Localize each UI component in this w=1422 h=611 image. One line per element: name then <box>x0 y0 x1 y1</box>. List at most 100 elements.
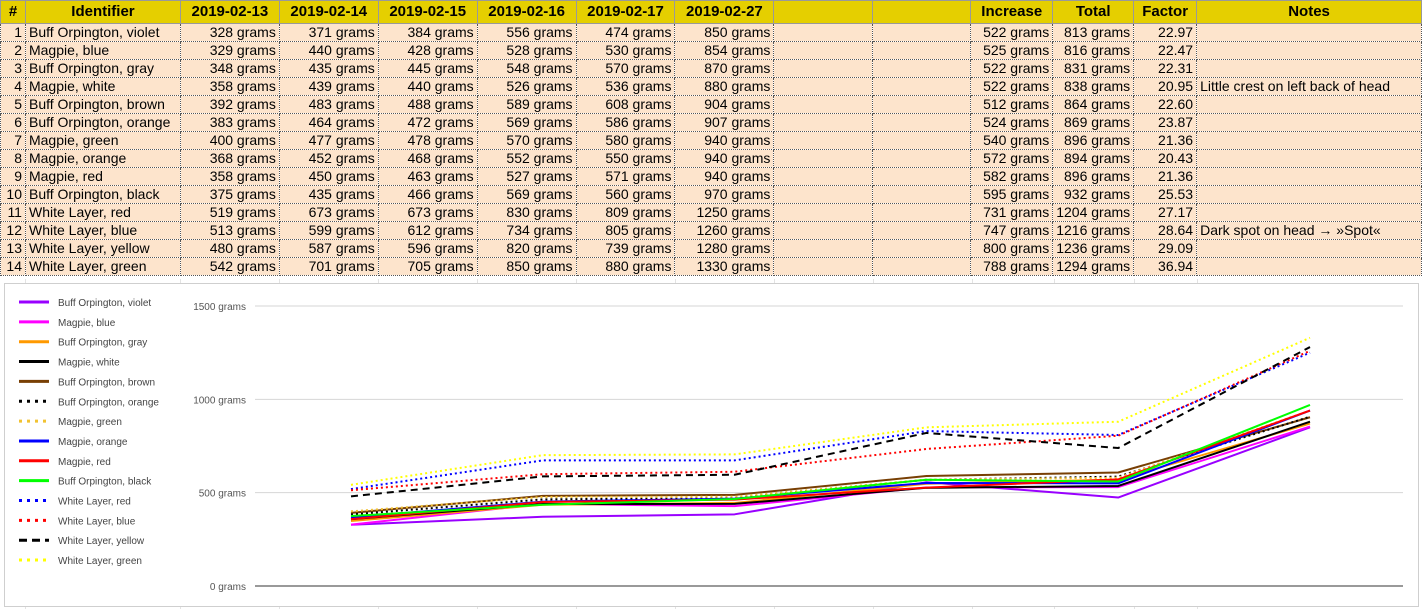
table-cell[interactable]: 488 grams <box>377 95 478 114</box>
table-cell[interactable]: 328 grams <box>179 23 280 42</box>
table-cell[interactable]: Little crest on left back of head <box>1196 77 1422 96</box>
table-cell[interactable] <box>871 23 972 42</box>
table-cell[interactable] <box>773 59 873 78</box>
table-cell[interactable] <box>773 203 873 222</box>
table-cell[interactable]: 1204 grams <box>1052 203 1135 222</box>
table-cell[interactable] <box>773 113 873 132</box>
row-number-cell[interactable]: 3 <box>0 59 26 78</box>
table-cell[interactable]: 864 grams <box>1052 95 1135 114</box>
table-cell[interactable]: 800 grams <box>970 239 1054 258</box>
table-cell[interactable] <box>773 131 873 150</box>
table-cell[interactable]: 36.94 <box>1133 257 1198 276</box>
table-cell[interactable]: 525 grams <box>970 41 1054 60</box>
table-cell[interactable] <box>1196 257 1422 276</box>
table-cell[interactable]: 478 grams <box>377 131 478 150</box>
table-cell[interactable]: 1260 grams <box>674 221 775 240</box>
table-cell[interactable]: 480 grams <box>179 239 280 258</box>
table-cell[interactable]: 522 grams <box>970 59 1054 78</box>
row-number-cell[interactable]: 5 <box>0 95 26 114</box>
table-cell[interactable]: 813 grams <box>1052 23 1135 42</box>
table-cell[interactable]: 358 grams <box>179 167 280 186</box>
table-cell[interactable]: 587 grams <box>278 239 379 258</box>
table-cell[interactable] <box>1196 95 1422 114</box>
table-cell[interactable]: 586 grams <box>575 113 676 132</box>
row-number-cell[interactable]: 7 <box>0 131 26 150</box>
column-header[interactable]: 2019-02-27 <box>674 0 775 24</box>
table-cell[interactable]: 673 grams <box>278 203 379 222</box>
table-cell[interactable]: 20.43 <box>1133 149 1198 168</box>
table-cell[interactable]: 536 grams <box>575 77 676 96</box>
table-cell[interactable] <box>871 203 972 222</box>
table-cell[interactable]: 869 grams <box>1052 113 1135 132</box>
column-header[interactable]: 2019-02-13 <box>179 0 280 24</box>
table-cell[interactable] <box>773 185 873 204</box>
table-cell[interactable]: Magpie, blue <box>24 41 181 60</box>
table-cell[interactable]: 595 grams <box>970 185 1054 204</box>
table-cell[interactable]: 560 grams <box>575 185 676 204</box>
table-cell[interactable] <box>871 167 972 186</box>
column-header[interactable]: Factor <box>1133 0 1198 24</box>
table-cell[interactable]: 608 grams <box>575 95 676 114</box>
table-cell[interactable]: 570 grams <box>575 59 676 78</box>
table-cell[interactable]: 440 grams <box>278 41 379 60</box>
table-cell[interactable] <box>773 221 873 240</box>
table-cell[interactable]: Magpie, red <box>24 167 181 186</box>
table-cell[interactable]: Magpie, green <box>24 131 181 150</box>
table-cell[interactable] <box>773 77 873 96</box>
table-cell[interactable]: 550 grams <box>575 149 676 168</box>
table-cell[interactable]: 940 grams <box>674 149 775 168</box>
table-cell[interactable]: 894 grams <box>1052 149 1135 168</box>
table-cell[interactable]: 358 grams <box>179 77 280 96</box>
table-cell[interactable]: 904 grams <box>674 95 775 114</box>
table-cell[interactable]: Buff Orpington, orange <box>24 113 181 132</box>
column-header[interactable]: 2019-02-17 <box>575 0 676 24</box>
table-cell[interactable] <box>871 77 972 96</box>
column-header[interactable]: Notes <box>1196 0 1422 24</box>
table-cell[interactable]: 880 grams <box>575 257 676 276</box>
table-cell[interactable]: White Layer, blue <box>24 221 181 240</box>
table-cell[interactable]: 734 grams <box>476 221 577 240</box>
table-cell[interactable] <box>871 41 972 60</box>
table-cell[interactable]: 552 grams <box>476 149 577 168</box>
row-number-cell[interactable]: 1 <box>0 23 26 42</box>
table-cell[interactable]: 731 grams <box>970 203 1054 222</box>
table-cell[interactable]: 854 grams <box>674 41 775 60</box>
table-cell[interactable]: 940 grams <box>674 131 775 150</box>
row-number-cell[interactable]: 14 <box>0 257 26 276</box>
table-cell[interactable] <box>1196 149 1422 168</box>
table-cell[interactable]: 329 grams <box>179 41 280 60</box>
table-cell[interactable]: 932 grams <box>1052 185 1135 204</box>
table-cell[interactable] <box>1196 59 1422 78</box>
table-cell[interactable] <box>871 185 972 204</box>
table-cell[interactable]: White Layer, yellow <box>24 239 181 258</box>
table-cell[interactable]: 612 grams <box>377 221 478 240</box>
table-cell[interactable]: White Layer, green <box>24 257 181 276</box>
table-cell[interactable]: 838 grams <box>1052 77 1135 96</box>
chart-panel[interactable]: 0 grams 500 grams 1000 grams 1500 grams Buff… <box>4 283 1419 607</box>
table-cell[interactable]: Buff Orpington, gray <box>24 59 181 78</box>
table-cell[interactable]: 540 grams <box>970 131 1054 150</box>
table-cell[interactable] <box>871 257 972 276</box>
table-cell[interactable] <box>871 221 972 240</box>
table-cell[interactable]: 22.47 <box>1133 41 1198 60</box>
table-cell[interactable] <box>1196 185 1422 204</box>
table-cell[interactable] <box>871 131 972 150</box>
row-number-cell[interactable]: 11 <box>0 203 26 222</box>
table-cell[interactable]: 463 grams <box>377 167 478 186</box>
column-header[interactable]: # <box>0 0 26 24</box>
table-cell[interactable]: 528 grams <box>476 41 577 60</box>
table-cell[interactable]: 513 grams <box>179 221 280 240</box>
table-cell[interactable]: 580 grams <box>575 131 676 150</box>
table-cell[interactable] <box>871 239 972 258</box>
table-cell[interactable]: 519 grams <box>179 203 280 222</box>
table-cell[interactable]: 569 grams <box>476 113 577 132</box>
row-number-cell[interactable]: 13 <box>0 239 26 258</box>
table-cell[interactable]: 527 grams <box>476 167 577 186</box>
table-cell[interactable]: 1330 grams <box>674 257 775 276</box>
table-cell[interactable]: Magpie, orange <box>24 149 181 168</box>
table-cell[interactable]: 375 grams <box>179 185 280 204</box>
table-cell[interactable]: 483 grams <box>278 95 379 114</box>
table-cell[interactable]: 22.31 <box>1133 59 1198 78</box>
column-header[interactable]: Identifier <box>24 0 181 24</box>
table-cell[interactable]: 701 grams <box>278 257 379 276</box>
